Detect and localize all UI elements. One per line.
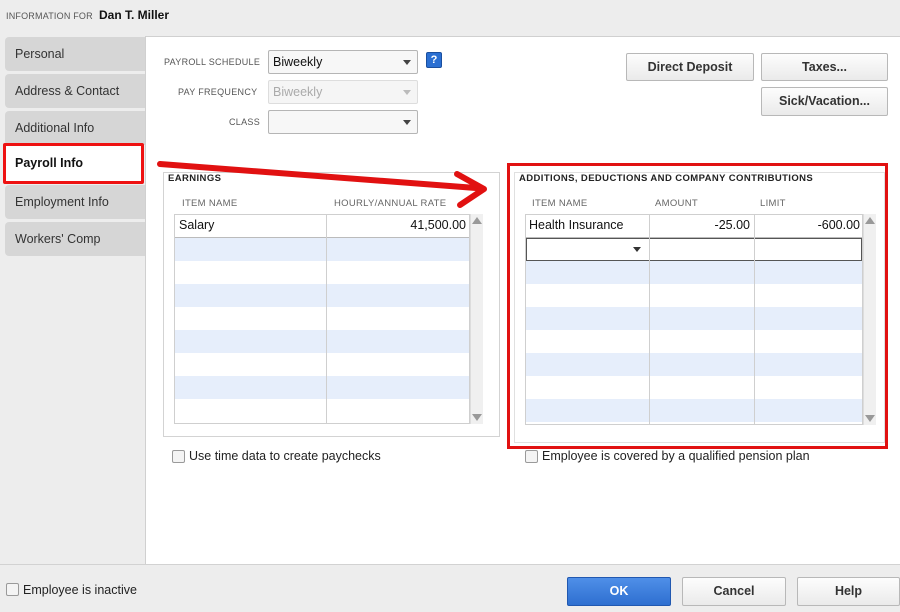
dialog-footer: Employee is inactive OK Cancel Help [0,564,900,612]
help-button[interactable]: Help [797,577,900,606]
inactive-label[interactable]: Employee is inactive [23,583,137,597]
ok-button[interactable]: OK [567,577,671,606]
inactive-checkbox[interactable] [6,583,19,596]
cancel-button[interactable]: Cancel [682,577,786,606]
red-arrow-annotation [157,161,487,208]
